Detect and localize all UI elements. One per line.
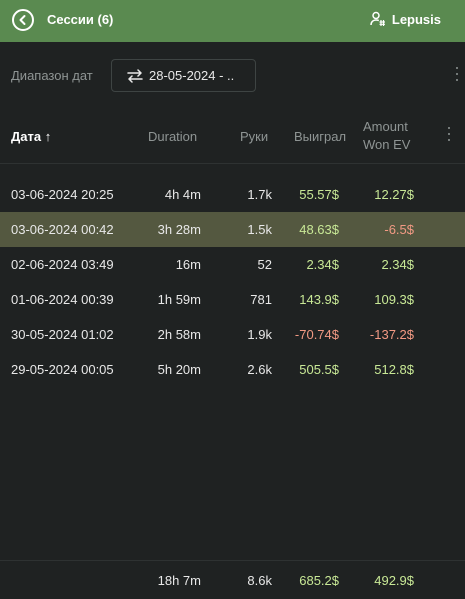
row-date: 30-05-2024 01:02 (11, 327, 114, 342)
arrow-left-icon (19, 15, 26, 25)
column-header-amount-won-ev-line1: Amount (363, 119, 408, 134)
row-duration: 16m (175, 257, 201, 272)
sort-asc-icon: ↑ (44, 129, 52, 144)
row-won-ev: -137.2$ (369, 327, 414, 342)
row-duration: 5h 20m (157, 362, 201, 377)
filter-bar: Диапазон дат 28-05-2024 - .. (0, 42, 465, 108)
table-row[interactable]: 29-05-2024 00:05 5h 20m 2.6k 505.5$ 512.8$ (0, 352, 465, 387)
row-won: 48.63$ (299, 222, 339, 237)
row-won-ev: 512.8$ (374, 362, 414, 377)
table-totals: 18h 7m 8.6k 685.2$ 492.9$ (0, 560, 465, 599)
table-header: Дата ↑ Duration Руки Выиграл Amount Won … (0, 108, 465, 164)
row-won: 55.57$ (299, 187, 339, 202)
table-row[interactable]: 01-06-2024 00:39 1h 59m 781 143.9$ 109.3$ (0, 282, 465, 317)
column-header-date-label: Дата (11, 129, 42, 144)
row-date: 03-06-2024 00:42 (11, 222, 114, 237)
username: Lepusis (391, 11, 441, 27)
total-won: 685.2$ (299, 573, 339, 588)
table-row[interactable]: 02-06-2024 03:49 16m 52 2.34$ 2.34$ (0, 247, 465, 282)
app-header: Сессии (6) Lepusis (0, 0, 465, 42)
table-row[interactable]: 03-06-2024 20:25 4h 4m 1.7k 55.57$ 12.27$ (0, 177, 465, 212)
total-duration: 18h 7m (157, 573, 201, 588)
table-row[interactable]: 30-05-2024 01:02 2h 58m 1.9k -70.74$ -137.2$ (0, 317, 465, 352)
row-hands: 2.6k (247, 362, 272, 377)
row-won-ev: 12.27$ (374, 187, 414, 202)
date-range-label: Диапазон дат (11, 68, 93, 83)
row-won: 505.5$ (299, 362, 339, 377)
row-won: 2.34$ (306, 257, 339, 272)
table-row[interactable]: 03-06-2024 00:42 3h 28m 1.5k 48.63$ -6.5$ (0, 212, 465, 247)
row-duration: 3h 28m (157, 222, 201, 237)
total-hands: 8.6k (247, 573, 272, 588)
column-header-duration[interactable]: Duration (148, 129, 197, 144)
swap-arrows-icon (127, 68, 143, 83)
row-date: 01-06-2024 00:39 (11, 292, 114, 307)
row-won: 143.9$ (299, 292, 339, 307)
row-won-ev: -6.5$ (384, 222, 414, 237)
row-hands: 1.9k (247, 327, 272, 342)
column-header-date[interactable]: Дата ↑ (11, 129, 51, 144)
user-menu-button[interactable]: Lepusis (370, 11, 441, 27)
date-range-value: 28-05-2024 - .. (149, 68, 235, 83)
column-header-won[interactable]: Выиграл (294, 129, 346, 144)
user-settings-icon (370, 11, 385, 26)
more-options-icon[interactable] (452, 67, 462, 81)
column-header-amount-won-ev[interactable]: Amount Won EV (363, 118, 410, 154)
row-won: -70.74$ (294, 327, 339, 342)
column-header-amount-won-ev-line2: Won EV (363, 137, 411, 152)
row-duration: 4h 4m (164, 187, 201, 202)
row-date: 29-05-2024 00:05 (11, 362, 114, 377)
row-won-ev: 2.34$ (381, 257, 414, 272)
date-range-button[interactable]: 28-05-2024 - .. (111, 59, 256, 92)
column-header-hands[interactable]: Руки (240, 129, 268, 144)
row-hands: 1.7k (247, 187, 272, 202)
row-hands: 52 (257, 257, 272, 272)
column-options-icon[interactable] (444, 127, 454, 141)
row-hands: 1.5k (247, 222, 272, 237)
row-date: 02-06-2024 03:49 (11, 257, 114, 272)
row-duration: 1h 59m (157, 292, 201, 307)
row-date: 03-06-2024 20:25 (11, 187, 114, 202)
row-hands: 781 (250, 292, 272, 307)
row-duration: 2h 58m (157, 327, 201, 342)
page-title: Сессии (6) (47, 12, 114, 27)
total-won-ev: 492.9$ (374, 573, 414, 588)
back-button[interactable] (12, 9, 34, 31)
row-won-ev: 109.3$ (374, 292, 414, 307)
